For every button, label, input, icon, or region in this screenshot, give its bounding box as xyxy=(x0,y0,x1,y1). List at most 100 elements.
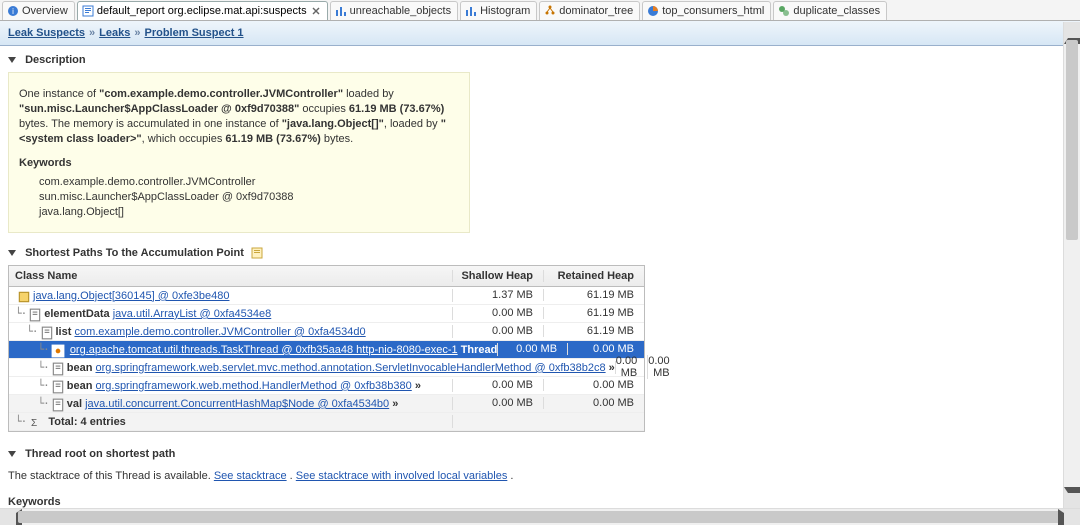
section-title: Thread root on shortest path xyxy=(25,448,175,460)
row-suffix: » xyxy=(606,362,615,374)
tab-label: unreachable_objects xyxy=(350,5,452,17)
cell-shallow: 0.00 MB xyxy=(453,397,544,409)
close-icon[interactable] xyxy=(311,6,321,16)
row-suffix: Thread xyxy=(458,344,498,356)
sum-icon: Σ xyxy=(29,416,41,428)
svg-text:Σ: Σ xyxy=(31,418,37,428)
scroll-left-button[interactable] xyxy=(0,509,16,525)
table-row[interactable]: └·val java.util.concurrent.ConcurrentHas… xyxy=(9,395,644,413)
total-label: Total: 4 entries xyxy=(48,416,125,428)
info-icon: i xyxy=(7,5,19,17)
cell-shallow: 0.00 MB xyxy=(453,325,544,337)
tree-icon xyxy=(544,5,556,17)
object-link[interactable]: org.apache.tomcat.util.threads.TaskThrea… xyxy=(70,344,458,356)
scroll-thumb[interactable] xyxy=(18,511,1062,523)
details-icon[interactable] xyxy=(251,247,263,259)
object-link[interactable]: java.lang.Object[360145] @ 0xfe3be480 xyxy=(33,290,229,302)
tab-overview[interactable]: i Overview xyxy=(2,1,75,20)
scroll-up-button[interactable] xyxy=(1064,22,1080,38)
description-paragraph: One instance of "com.example.demo.contro… xyxy=(19,87,459,146)
object-link[interactable]: java.util.concurrent.ConcurrentHashMap$N… xyxy=(85,398,389,410)
row-field-name: bean xyxy=(67,362,96,374)
vertical-scrollbar[interactable] xyxy=(1063,22,1080,509)
tab-default-report[interactable]: default_report org.eclipse.mat.api:suspe… xyxy=(77,1,328,20)
object-link[interactable]: com.example.demo.controller.JVMControlle… xyxy=(74,326,365,338)
object-icon xyxy=(51,362,65,374)
tab-top-consumers[interactable]: top_consumers_html xyxy=(642,1,771,20)
chevron-down-icon xyxy=(8,451,16,457)
scroll-down-button[interactable] xyxy=(1064,493,1080,509)
object-link[interactable]: org.springframework.web.servlet.mvc.meth… xyxy=(95,362,605,374)
breadcrumb-link[interactable]: Leaks xyxy=(99,27,130,39)
column-header-shallow[interactable]: Shallow Heap xyxy=(453,270,544,282)
object-link[interactable]: org.springframework.web.method.HandlerMe… xyxy=(95,380,411,392)
breadcrumb-link[interactable]: Leak Suspects xyxy=(8,27,85,39)
chevron-right-icon xyxy=(1058,509,1080,525)
paths-table: Class Name Shallow Heap Retained Heap ja… xyxy=(8,265,645,432)
column-header-retained[interactable]: Retained Heap xyxy=(544,270,644,282)
chevron-right-icon: » xyxy=(130,27,144,39)
object-icon xyxy=(51,380,65,392)
table-row[interactable]: └·bean org.springframework.web.method.Ha… xyxy=(9,377,644,395)
duplicate-icon xyxy=(778,5,790,17)
row-field-name: val xyxy=(67,398,85,410)
object-icon xyxy=(17,290,31,302)
histogram-icon xyxy=(465,5,477,17)
row-field-name: list xyxy=(56,326,75,338)
section-description-header[interactable]: Description xyxy=(8,54,1056,66)
chevron-down-icon xyxy=(1064,487,1080,509)
keywords-list: com.example.demo.controller.JVMControlle… xyxy=(39,175,459,220)
histogram-icon xyxy=(335,5,347,17)
table-row[interactable]: java.lang.Object[360145] @ 0xfe3be480 1.3… xyxy=(9,287,644,305)
tab-label: default_report org.eclipse.mat.api:suspe… xyxy=(97,5,307,17)
cell-retained: 61.19 MB xyxy=(544,307,644,319)
breadcrumb-link[interactable]: Problem Suspect 1 xyxy=(145,27,244,39)
cell-shallow: 1.37 MB xyxy=(453,289,544,301)
report-icon xyxy=(82,5,94,17)
object-icon xyxy=(40,326,54,338)
cell-retained: 0.00 MB xyxy=(568,343,644,355)
table-total-row: └· Σ Total: 4 entries xyxy=(9,413,644,431)
keyword-item: sun.misc.Launcher$AppClassLoader @ 0xf9d… xyxy=(39,190,459,205)
table-header: Class Name Shallow Heap Retained Heap xyxy=(9,266,644,287)
keywords-heading: Keywords xyxy=(19,156,459,171)
tab-duplicate-classes[interactable]: duplicate_classes xyxy=(773,1,887,20)
table-row[interactable]: └· org.apache.tomcat.util.threads.TaskTh… xyxy=(9,341,644,359)
chevron-down-icon xyxy=(8,250,16,256)
row-field-name: bean xyxy=(67,380,96,392)
column-header-class-name[interactable]: Class Name xyxy=(9,270,453,282)
tab-dominator-tree[interactable]: dominator_tree xyxy=(539,1,640,20)
scroll-thumb[interactable] xyxy=(1066,40,1078,240)
chevron-down-icon xyxy=(8,57,16,63)
row-suffix: » xyxy=(412,380,421,392)
breadcrumb: Leak Suspects » Leaks » Problem Suspect … xyxy=(0,21,1080,46)
content-area: Description One instance of "com.example… xyxy=(0,44,1064,509)
cell-shallow: 0.00 MB xyxy=(616,355,648,379)
description-box: One instance of "com.example.demo.contro… xyxy=(8,72,470,233)
section-title: Shortest Paths To the Accumulation Point xyxy=(25,247,244,259)
object-icon xyxy=(28,308,42,320)
chevron-right-icon: » xyxy=(85,27,99,39)
cell-retained: 0.00 MB xyxy=(544,397,644,409)
cell-retained: 61.19 MB xyxy=(544,289,644,301)
cell-shallow: 0.00 MB xyxy=(453,379,544,391)
object-link[interactable]: java.util.ArrayList @ 0xfa4534e8 xyxy=(113,308,272,320)
tab-label: Histogram xyxy=(480,5,530,17)
table-row[interactable]: └·bean org.springframework.web.servlet.m… xyxy=(9,359,644,377)
cell-retained: 0.00 MB xyxy=(648,355,679,379)
object-icon xyxy=(51,344,65,356)
see-stacktrace-link[interactable]: See stacktrace xyxy=(214,470,287,482)
row-field-name: elementData xyxy=(44,308,112,320)
tab-histogram[interactable]: Histogram xyxy=(460,1,537,20)
tab-label: duplicate_classes xyxy=(793,5,880,17)
section-thread-root-header[interactable]: Thread root on shortest path xyxy=(8,448,1056,460)
section-paths-header[interactable]: Shortest Paths To the Accumulation Point xyxy=(8,247,1056,259)
scroll-right-button[interactable] xyxy=(1064,509,1080,525)
table-row[interactable]: └·elementData java.util.ArrayList @ 0xfa… xyxy=(9,305,644,323)
section-title: Description xyxy=(25,54,86,66)
tab-unreachable-objects[interactable]: unreachable_objects xyxy=(330,1,459,20)
app-root: i Overview default_report org.eclipse.ma… xyxy=(0,0,1080,525)
see-stacktrace-vars-link[interactable]: See stacktrace with involved local varia… xyxy=(296,470,508,482)
horizontal-scrollbar[interactable] xyxy=(0,508,1080,525)
table-row[interactable]: └·list com.example.demo.controller.JVMCo… xyxy=(9,323,644,341)
